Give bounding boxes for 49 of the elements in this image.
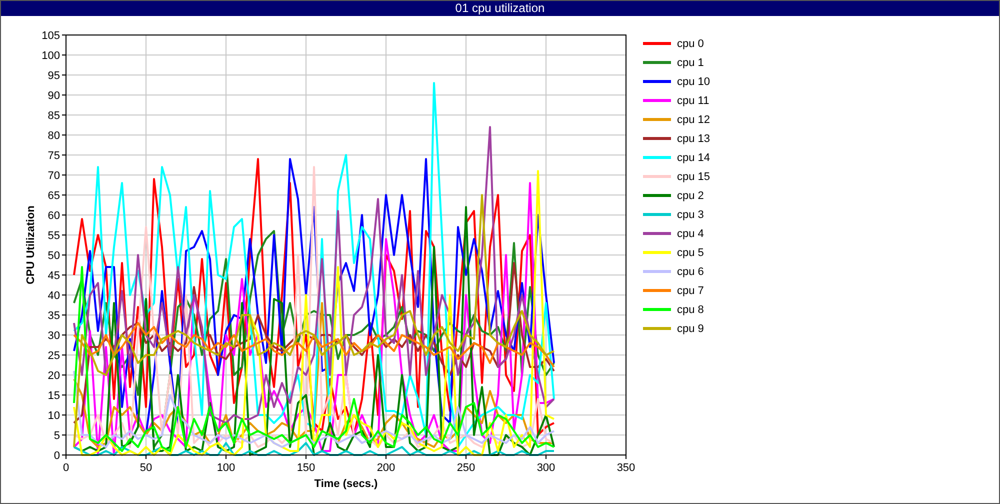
y-tick-label: 30 — [48, 330, 60, 342]
legend-label: cpu 4 — [677, 228, 704, 240]
y-tick-label: 35 — [48, 310, 60, 322]
legend-label: cpu 5 — [677, 246, 704, 258]
legend-label: cpu 14 — [677, 152, 710, 164]
y-tick-label: 70 — [48, 170, 60, 182]
y-tick-label: 65 — [48, 190, 60, 202]
y-tick-label: 25 — [48, 350, 60, 362]
legend-label: cpu 12 — [677, 114, 710, 126]
legend-label: cpu 9 — [677, 322, 704, 334]
x-tick-label: 350 — [616, 462, 636, 474]
y-tick-label: 105 — [42, 30, 60, 42]
y-tick-label: 85 — [48, 110, 60, 122]
x-axis-title: Time (secs.) — [314, 478, 378, 490]
legend-label: cpu 11 — [677, 94, 710, 106]
y-tick-label: 95 — [48, 70, 60, 82]
y-tick-label: 40 — [48, 290, 60, 302]
y-tick-label: 75 — [48, 150, 60, 162]
y-tick-label: 100 — [42, 50, 60, 62]
y-tick-label: 60 — [48, 210, 60, 222]
legend-label: cpu 6 — [677, 266, 704, 278]
legend-label: cpu 7 — [677, 284, 704, 296]
legend-label: cpu 15 — [677, 170, 710, 182]
y-tick-label: 10 — [48, 410, 60, 422]
x-tick-label: 150 — [296, 462, 316, 474]
legend-label: cpu 10 — [677, 76, 710, 88]
y-tick-label: 15 — [48, 390, 60, 402]
y-tick-label: 20 — [48, 370, 60, 382]
y-tick-label: 45 — [48, 270, 60, 282]
y-tick-label: 0 — [54, 450, 60, 462]
y-axis-title: CPU Utilization — [25, 206, 37, 284]
x-tick-label: 100 — [216, 462, 236, 474]
legend-label: cpu 0 — [677, 38, 704, 50]
y-tick-label: 55 — [48, 230, 60, 242]
y-tick-label: 5 — [54, 430, 60, 442]
legend-label: cpu 2 — [677, 190, 704, 202]
legend-label: cpu 8 — [677, 304, 704, 316]
y-tick-label: 90 — [48, 90, 60, 102]
x-tick-label: 200 — [376, 462, 396, 474]
x-tick-label: 300 — [536, 462, 556, 474]
window-title: 01 cpu utilization — [1, 1, 999, 16]
legend-label: cpu 3 — [677, 208, 704, 220]
y-tick-label: 80 — [48, 130, 60, 142]
legend-label: cpu 13 — [677, 132, 710, 144]
x-tick-label: 50 — [140, 462, 152, 474]
x-tick-label: 0 — [62, 462, 70, 474]
x-tick-label: 250 — [456, 462, 476, 474]
y-tick-label: 50 — [48, 250, 60, 262]
legend-label: cpu 1 — [677, 56, 704, 68]
